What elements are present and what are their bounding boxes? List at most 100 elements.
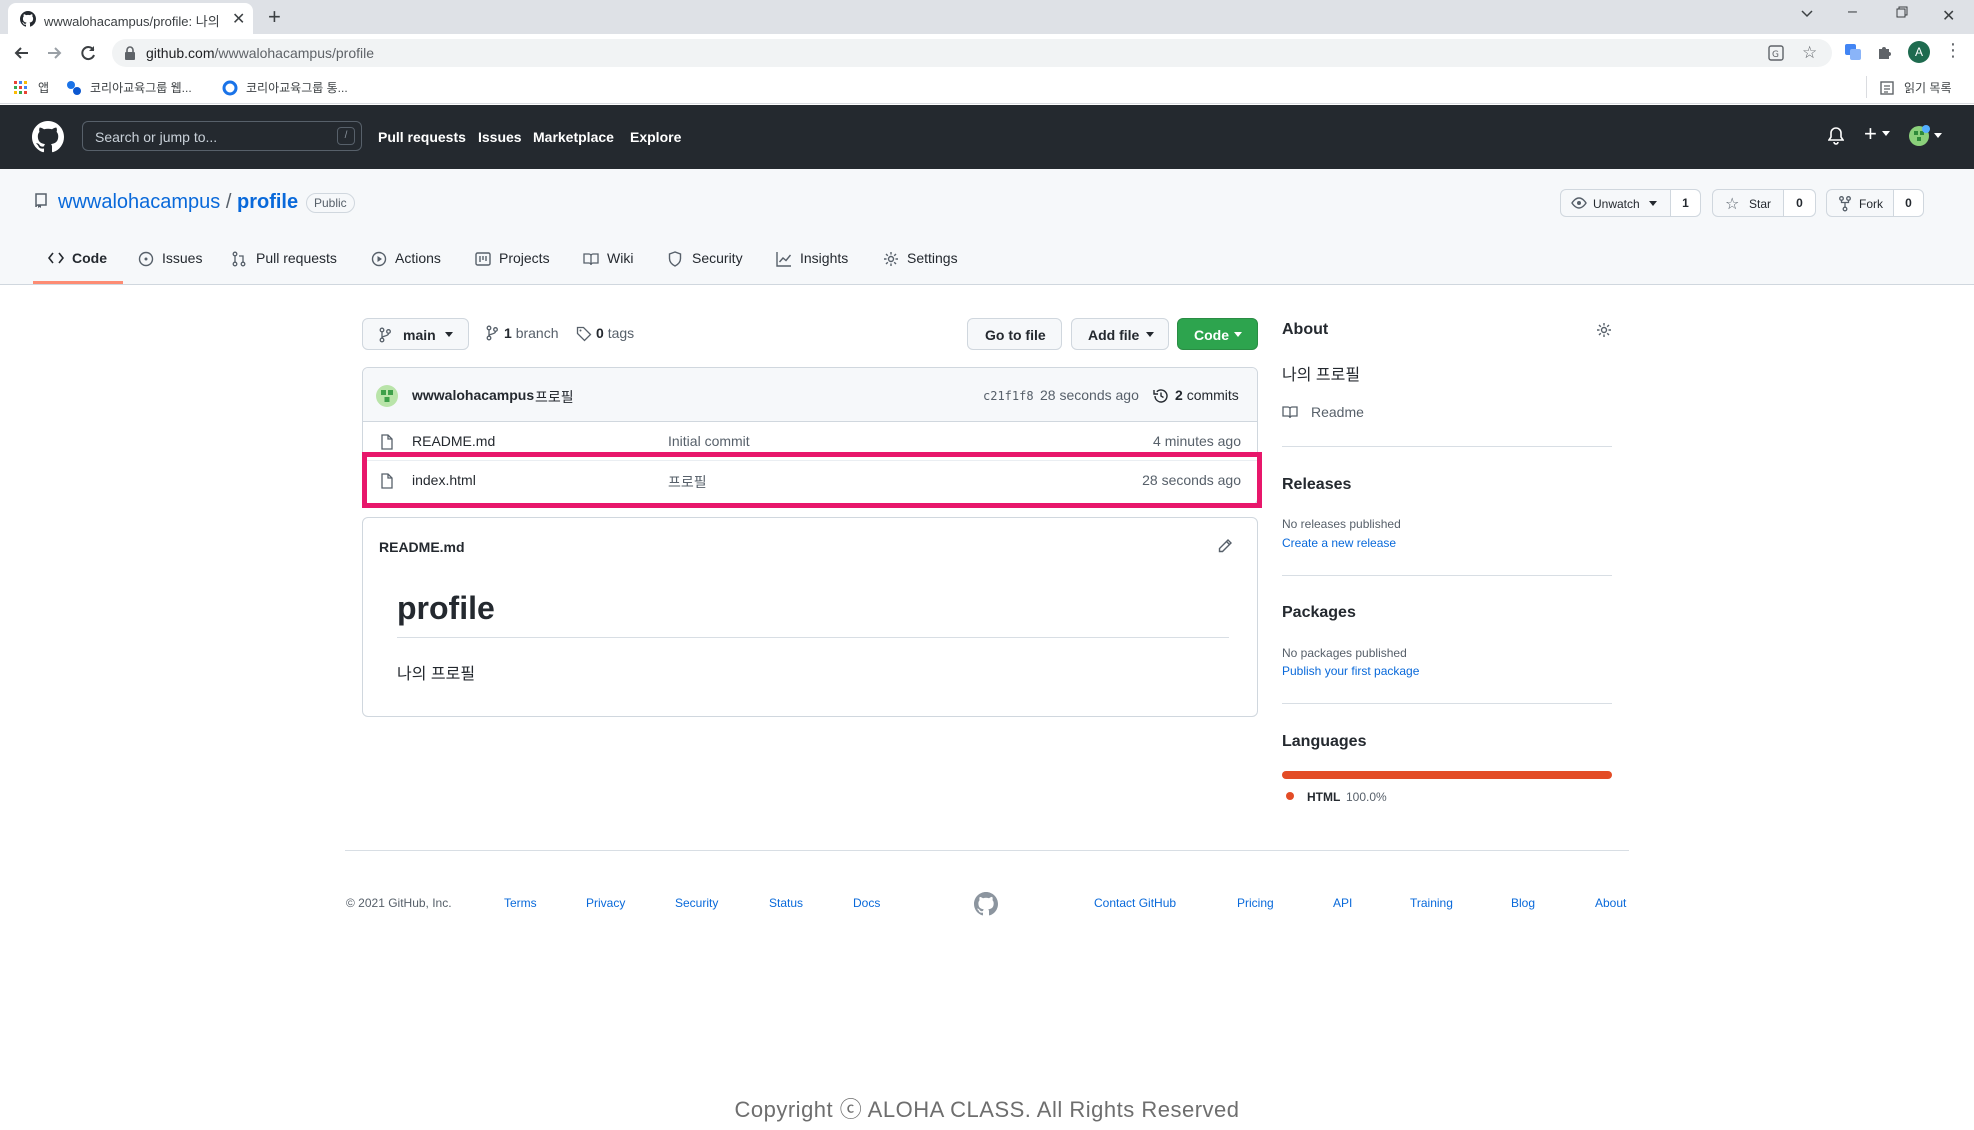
tab-code[interactable]: Code — [48, 250, 107, 266]
bookmark-star-icon[interactable]: ☆ — [1802, 43, 1817, 63]
file-name[interactable]: README.md — [412, 433, 495, 449]
browser-menu-icon[interactable]: ⋮ — [1944, 40, 1962, 61]
user-avatar[interactable] — [1908, 125, 1930, 147]
footer-link-terms[interactable]: Terms — [504, 896, 537, 910]
releases-heading[interactable]: Releases — [1282, 476, 1351, 494]
tab-settings[interactable]: Settings — [883, 250, 958, 266]
back-arrow-icon[interactable] — [12, 43, 32, 63]
profile-avatar[interactable]: A — [1908, 41, 1930, 63]
book-icon — [1282, 404, 1298, 420]
file-icon — [381, 434, 393, 450]
commit-author[interactable]: wwwalohacampus — [412, 387, 534, 403]
code-button[interactable]: Code — [1177, 318, 1258, 350]
tab-projects[interactable]: Projects — [475, 250, 550, 266]
translate-extension-icon[interactable] — [1844, 43, 1862, 61]
footer-link-status[interactable]: Status — [769, 896, 803, 910]
author-avatar[interactable] — [375, 384, 399, 408]
file-commit-message[interactable]: Initial commit — [668, 433, 750, 449]
reading-list-icon[interactable] — [1880, 81, 1894, 95]
gear-icon — [883, 251, 899, 267]
go-to-file-button[interactable]: Go to file — [967, 318, 1062, 350]
commit-word: commits — [1186, 387, 1239, 403]
tags-link[interactable]: 0 tags — [576, 325, 634, 342]
watch-count[interactable]: 1 — [1670, 190, 1700, 216]
close-tab-icon[interactable]: ✕ — [232, 9, 245, 29]
tab-search-chevron-icon[interactable] — [1800, 6, 1814, 20]
footer-link-pricing[interactable]: Pricing — [1237, 896, 1274, 910]
close-window-icon[interactable]: ✕ — [1942, 6, 1955, 26]
branches-link[interactable]: 1 branch — [486, 325, 559, 341]
search-input[interactable]: Search or jump to... / — [82, 121, 362, 151]
commit-sha[interactable]: c21f1f8 — [983, 389, 1034, 403]
about-gear-icon[interactable] — [1596, 322, 1612, 338]
create-new-plus-icon[interactable]: + — [1864, 121, 1877, 147]
browser-toolbar: github.com/wwwalohacampus/profile G ☆ A … — [0, 34, 1974, 72]
forward-arrow-icon[interactable] — [44, 43, 64, 63]
reading-list[interactable]: 읽기 목록 — [1904, 79, 1952, 96]
readme-filename[interactable]: README.md — [379, 539, 465, 555]
publish-package-link[interactable]: Publish your first package — [1282, 664, 1419, 678]
minimize-window-icon[interactable]: – — [1848, 3, 1857, 21]
tab-security[interactable]: Security — [668, 250, 743, 267]
star-button[interactable]: ☆ Star 0 — [1712, 189, 1816, 217]
footer-link-blog[interactable]: Blog — [1511, 896, 1535, 910]
tab-actions[interactable]: Actions — [371, 250, 441, 267]
file-commit-time: 4 minutes ago — [1153, 433, 1241, 449]
language-name[interactable]: HTML — [1307, 790, 1340, 804]
nav-issues[interactable]: Issues — [478, 129, 522, 145]
footer-link-privacy[interactable]: Privacy — [586, 896, 625, 910]
lock-icon[interactable] — [124, 46, 136, 60]
translate-icon[interactable]: G — [1768, 45, 1784, 61]
bookmark-item-1[interactable]: 코리아교육그룹 웹... — [90, 79, 192, 96]
create-release-link[interactable]: Create a new release — [1282, 536, 1396, 550]
browser-tab[interactable]: wwwalohacampus/profile: 나의 ✕ — [8, 3, 253, 34]
url-host: github.com — [146, 45, 215, 61]
footer-link-security[interactable]: Security — [675, 896, 718, 910]
repo-owner-link[interactable]: wwwalohacampus — [58, 191, 220, 213]
user-menu-caret-icon[interactable] — [1934, 133, 1942, 139]
footer-link-about[interactable]: About — [1595, 896, 1626, 910]
restore-window-icon[interactable] — [1896, 6, 1908, 18]
reload-icon[interactable] — [78, 43, 98, 63]
tab-pull-requests[interactable]: Pull requests — [232, 250, 337, 267]
active-tab-underline — [33, 281, 123, 284]
pencil-edit-icon[interactable] — [1217, 538, 1233, 554]
repo-name-link[interactable]: profile — [237, 191, 298, 213]
tab-wiki-label: Wiki — [607, 250, 634, 266]
footer-github-logo-icon[interactable] — [974, 892, 998, 916]
footer-link-contact[interactable]: Contact GitHub — [1094, 896, 1176, 910]
star-count[interactable]: 0 — [1783, 190, 1815, 216]
add-file-button[interactable]: Add file — [1071, 318, 1169, 350]
bookmark-item-2[interactable]: 코리아교육그룹 통... — [246, 79, 348, 96]
tab-issues[interactable]: Issues — [138, 250, 202, 267]
unwatch-button[interactable]: Unwatch 1 — [1560, 189, 1701, 217]
commit-message[interactable]: 프로필 — [535, 387, 574, 407]
github-logo-icon[interactable] — [32, 121, 64, 153]
book-icon — [583, 251, 599, 267]
fork-count[interactable]: 0 — [1893, 190, 1923, 216]
bookmarks-bar: 앱 코리아교육그룹 웹... 코리아교육그룹 통... 읽기 목록 — [0, 72, 1974, 104]
create-dropdown-caret-icon[interactable] — [1882, 131, 1890, 137]
nav-explore[interactable]: Explore — [630, 129, 681, 145]
packages-heading[interactable]: Packages — [1282, 604, 1356, 622]
address-bar[interactable]: github.com/wwwalohacampus/profile G ☆ — [112, 39, 1832, 67]
footer-link-api[interactable]: API — [1333, 896, 1352, 910]
tab-wiki[interactable]: Wiki — [583, 250, 633, 266]
nav-pull-requests[interactable]: Pull requests — [378, 129, 466, 145]
nav-marketplace[interactable]: Marketplace — [533, 129, 614, 145]
fork-button[interactable]: Fork 0 — [1826, 189, 1924, 217]
footer-link-training[interactable]: Training — [1410, 896, 1453, 910]
new-tab-plus-icon[interactable]: + — [268, 4, 281, 30]
footer-link-docs[interactable]: Docs — [853, 896, 880, 910]
apps-grid-icon[interactable] — [14, 81, 28, 95]
tab-insights[interactable]: Insights — [776, 250, 848, 267]
footer-copyright: © 2021 GitHub, Inc. — [346, 896, 452, 910]
highlight-box — [362, 452, 1262, 508]
notifications-bell-icon[interactable] — [1828, 127, 1844, 145]
go-to-file-label: Go to file — [985, 327, 1046, 343]
commits-link[interactable]: 2 commits — [1175, 387, 1239, 403]
branch-select-button[interactable]: main — [362, 318, 469, 350]
readme-link[interactable]: Readme — [1311, 404, 1364, 420]
extensions-puzzle-icon[interactable] — [1876, 43, 1894, 61]
bookmark-apps[interactable]: 앱 — [38, 79, 49, 96]
